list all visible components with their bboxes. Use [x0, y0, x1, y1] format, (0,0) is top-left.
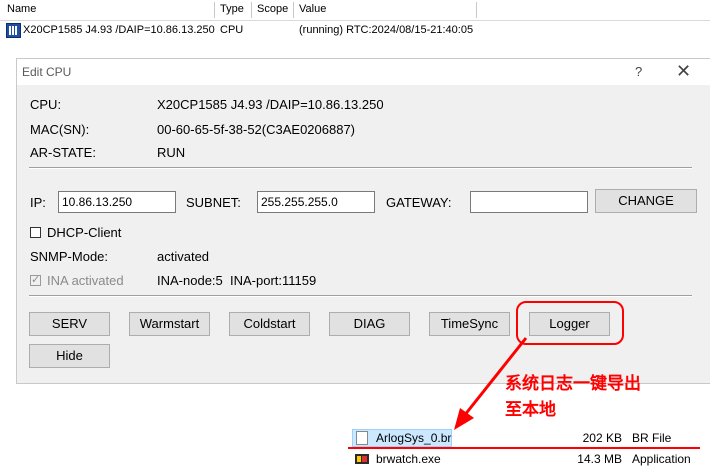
- separator: [29, 295, 692, 297]
- column-header-name[interactable]: Name: [7, 3, 36, 17]
- warmstart-button[interactable]: Warmstart: [129, 312, 210, 336]
- separator: [29, 167, 692, 169]
- file-type: BR File: [632, 431, 672, 445]
- file-row-arlogsys[interactable]: ArlogSys_0.br 202 KB BR File: [352, 429, 710, 447]
- file-type: Application: [632, 452, 691, 466]
- dhcp-checkbox[interactable]: [30, 227, 41, 238]
- cpu-label: CPU:: [30, 97, 62, 112]
- column-separator[interactable]: [293, 2, 294, 18]
- close-button[interactable]: ✕: [676, 61, 691, 82]
- list-row-cpu[interactable]: X20CP1585 J4.93 /DAIP=10.86.13.250 CPU (…: [0, 21, 710, 41]
- annotation-underline: [348, 447, 700, 449]
- dialog-title: Edit CPU: [22, 65, 72, 79]
- row-type: CPU: [220, 24, 244, 36]
- annotation-line-1: 系统日志一键导出: [505, 374, 641, 394]
- arrow-head: [454, 408, 474, 430]
- ip-label: IP:: [30, 195, 46, 210]
- column-separator[interactable]: [214, 2, 215, 18]
- column-separator[interactable]: [476, 2, 477, 18]
- column-header-scope[interactable]: Scope: [257, 3, 288, 17]
- ina-label: INA activated: [47, 273, 124, 288]
- change-button[interactable]: CHANGE: [595, 189, 697, 213]
- subnet-input[interactable]: [257, 191, 375, 213]
- gateway-input[interactable]: [470, 191, 588, 213]
- ina-checkbox: [30, 273, 41, 286]
- snmp-value: activated: [157, 249, 210, 264]
- file-row-brwatch[interactable]: brwatch.exe 14.3 MB Application: [352, 450, 710, 468]
- column-header-type[interactable]: Type: [220, 3, 244, 17]
- row-name: X20CP1585 J4.93 /DAIP=10.86.13.250: [23, 24, 215, 36]
- list-header: Name Type Scope Value: [0, 0, 710, 21]
- ina-node: INA-node:5: [157, 273, 223, 288]
- cpu-value: X20CP1585 J4.93 /DAIP=10.86.13.250: [157, 97, 384, 112]
- subnet-label: SUBNET:: [186, 195, 241, 210]
- file-size: 202 KB: [582, 431, 622, 445]
- cpu-module-icon: [6, 23, 21, 38]
- dhcp-label: DHCP-Client: [47, 225, 122, 240]
- column-header-value[interactable]: Value: [299, 3, 326, 17]
- help-button[interactable]: ?: [635, 64, 642, 79]
- brwatch-app-icon: [355, 454, 369, 464]
- annotation-line-2: 至本地: [505, 400, 556, 420]
- serv-button[interactable]: SERV: [29, 312, 110, 336]
- gateway-label: GATEWAY:: [386, 195, 452, 210]
- file-name: brwatch.exe: [376, 452, 441, 466]
- diag-button[interactable]: DIAG: [329, 312, 410, 336]
- change-button-label: CHANGE: [618, 193, 674, 208]
- ar-state-value: RUN: [157, 145, 186, 160]
- file-name: ArlogSys_0.br: [376, 431, 452, 445]
- snmp-label: SNMP-Mode:: [30, 249, 109, 264]
- column-separator[interactable]: [251, 2, 252, 18]
- dialog-titlebar[interactable]: Edit CPU ? ✕: [17, 59, 710, 85]
- mac-label: MAC(SN):: [30, 122, 90, 137]
- coldstart-button[interactable]: Coldstart: [229, 312, 310, 336]
- row-value: (running) RTC:2024/08/15-21:40:05: [299, 24, 474, 36]
- file-size: 14.3 MB: [577, 452, 622, 466]
- mac-value: 00-60-65-5f-38-52(C3AE0206887): [157, 122, 356, 137]
- hide-button[interactable]: Hide: [29, 344, 110, 368]
- ina-port: INA-port:11159: [230, 273, 317, 288]
- ip-input[interactable]: [58, 191, 176, 213]
- br-file-icon: [356, 431, 368, 445]
- ar-state-label: AR-STATE:: [30, 145, 96, 160]
